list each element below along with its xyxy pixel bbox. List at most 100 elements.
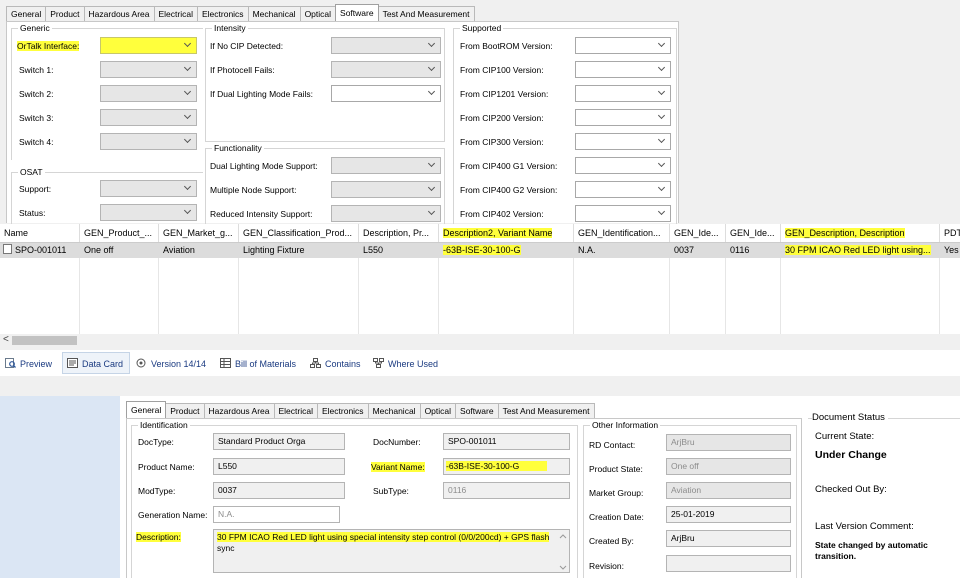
generation-name-combo[interactable]: N.A. bbox=[213, 506, 340, 523]
modtype-field[interactable]: 0037 bbox=[213, 482, 345, 499]
cell-pdt[interactable]: Yes bbox=[940, 243, 960, 258]
cell-product-state[interactable]: One off bbox=[80, 243, 159, 258]
data-card-tab[interactable]: Data Card bbox=[67, 357, 123, 371]
created-by-field[interactable]: ArjBru bbox=[666, 530, 791, 547]
osat-support-combo[interactable] bbox=[100, 180, 197, 197]
preview-tab[interactable]: Preview bbox=[5, 357, 52, 371]
rd-contact-label: RD Contact: bbox=[589, 440, 636, 450]
cip300-version-combo[interactable] bbox=[575, 133, 671, 150]
top-tab-hazardous-area[interactable]: Hazardous Area bbox=[83, 6, 155, 22]
col-header-gen-classification[interactable]: GEN_Classification_Prod... bbox=[239, 224, 359, 242]
card-tab-software[interactable]: Software bbox=[455, 403, 499, 419]
top-tab-optical[interactable]: Optical bbox=[299, 6, 337, 22]
creation-date-field[interactable]: 25-01-2019 bbox=[666, 506, 791, 523]
cell-identification[interactable]: N.A. bbox=[574, 243, 670, 258]
col-header-name[interactable]: Name bbox=[0, 224, 80, 242]
cell-classification[interactable]: Lighting Fixture bbox=[239, 243, 359, 258]
cip200-version-combo[interactable] bbox=[575, 109, 671, 126]
switch-3-combo[interactable] bbox=[100, 109, 197, 126]
grid-line bbox=[669, 258, 670, 334]
dual-lighting-fails-combo[interactable] bbox=[331, 85, 441, 102]
top-tab-general[interactable]: General bbox=[6, 6, 47, 22]
product-state-combo[interactable]: One off bbox=[666, 458, 791, 475]
variant-name-header-text: Description2, Variant Name bbox=[443, 228, 553, 238]
card-tab-test-measurement[interactable]: Test And Measurement bbox=[497, 403, 595, 419]
photocell-fails-combo[interactable] bbox=[331, 61, 441, 78]
chevron-down-icon bbox=[556, 485, 566, 495]
bill-of-materials-tab[interactable]: Bill of Materials bbox=[220, 357, 296, 371]
cip100-version-combo[interactable] bbox=[575, 61, 671, 78]
col-header-gen-description[interactable]: GEN_Description, Description bbox=[781, 224, 940, 242]
col-header-pdt[interactable]: PDT bbox=[940, 224, 960, 242]
top-tab-test-measurement[interactable]: Test And Measurement bbox=[377, 6, 475, 22]
description-textarea[interactable]: 30 FPM ICAO Red LED light using special … bbox=[213, 529, 570, 573]
generic-group-title: Generic bbox=[18, 23, 52, 33]
cip1201-version-combo[interactable] bbox=[575, 85, 671, 102]
market-group-combo[interactable]: Aviation bbox=[666, 482, 791, 499]
osat-status-combo[interactable] bbox=[100, 204, 197, 221]
switch-1-combo[interactable] bbox=[100, 61, 197, 78]
cip400-g1-version-combo[interactable] bbox=[575, 157, 671, 174]
col-header-gen-ide-2[interactable]: GEN_Ide... bbox=[726, 224, 781, 242]
rd-contact-combo[interactable]: ArjBru bbox=[666, 434, 791, 451]
grid-line bbox=[158, 258, 159, 334]
switch-4-combo[interactable] bbox=[100, 133, 197, 150]
version-tab[interactable]: Version 14/14 bbox=[136, 357, 206, 371]
top-tab-product[interactable]: Product bbox=[45, 6, 85, 22]
top-tab-mechanical[interactable]: Mechanical bbox=[247, 6, 301, 22]
cell-subtype[interactable]: 0116 bbox=[726, 243, 781, 258]
dual-lighting-support-combo[interactable] bbox=[331, 157, 441, 174]
variant-name-field[interactable]: -63B-ISE-30-100-G bbox=[443, 458, 570, 475]
top-tab-electronics[interactable]: Electronics bbox=[196, 6, 249, 22]
doctype-field[interactable]: Standard Product Orga bbox=[213, 433, 345, 450]
subtype-combo[interactable]: 0116 bbox=[443, 482, 570, 499]
checked-out-by-label: Checked Out By: bbox=[815, 484, 887, 495]
card-tab-electrical[interactable]: Electrical bbox=[273, 403, 318, 419]
cell-gen-description[interactable]: 30 FPM ICAO Red LED light using... bbox=[781, 243, 940, 258]
cip400-g2-version-combo[interactable] bbox=[575, 181, 671, 198]
card-tab-mechanical[interactable]: Mechanical bbox=[367, 403, 421, 419]
col-header-gen-ide-1[interactable]: GEN_Ide... bbox=[670, 224, 726, 242]
cell-market-group[interactable]: Aviation bbox=[159, 243, 239, 258]
grid-horizontal-scrollbar[interactable]: < bbox=[0, 334, 960, 347]
description-scrollbar[interactable] bbox=[559, 533, 567, 571]
supported-group-title: Supported bbox=[460, 23, 504, 33]
switch-2-combo[interactable] bbox=[100, 85, 197, 102]
col-header-gen-identification[interactable]: GEN_Identification... bbox=[574, 224, 670, 242]
top-tab-electrical[interactable]: Electrical bbox=[153, 6, 198, 22]
col-header-variant-name[interactable]: Description2, Variant Name bbox=[439, 224, 574, 242]
revision-field[interactable] bbox=[666, 555, 791, 572]
card-tab-electronics[interactable]: Electronics bbox=[316, 403, 369, 419]
chevron-down-icon bbox=[326, 509, 336, 519]
cip300-version-label: From CIP300 Version: bbox=[460, 137, 544, 147]
col-header-gen-market[interactable]: GEN_Market_g... bbox=[159, 224, 239, 242]
scroll-left-arrow[interactable]: < bbox=[3, 334, 9, 345]
revision-label: Revision: bbox=[589, 561, 624, 571]
product-name-field[interactable]: L550 bbox=[213, 458, 345, 475]
scroll-thumb[interactable] bbox=[12, 336, 77, 345]
reduced-intensity-support-combo[interactable] bbox=[331, 205, 441, 222]
cell-description[interactable]: L550 bbox=[359, 243, 439, 258]
other-information-group-title: Other Information bbox=[590, 420, 661, 430]
multiple-node-support-combo[interactable] bbox=[331, 181, 441, 198]
where-used-tab[interactable]: Where Used bbox=[373, 357, 438, 371]
cell-modtype[interactable]: 0037 bbox=[670, 243, 726, 258]
cell-variant-name[interactable]: -63B-ISE-30-100-G bbox=[439, 243, 574, 258]
cip402-version-combo[interactable] bbox=[575, 205, 671, 222]
current-state-label: Current State: bbox=[815, 431, 875, 442]
card-tab-product[interactable]: Product bbox=[165, 403, 205, 419]
cell-name[interactable]: SPO-001011 bbox=[0, 243, 80, 258]
top-tab-software[interactable]: Software bbox=[335, 4, 379, 22]
no-cip-combo[interactable] bbox=[331, 37, 441, 54]
card-tab-hazardous-area[interactable]: Hazardous Area bbox=[203, 403, 275, 419]
chevron-down-icon bbox=[657, 136, 667, 146]
col-header-gen-product[interactable]: GEN_Product_... bbox=[80, 224, 159, 242]
contains-tab[interactable]: Contains bbox=[310, 357, 361, 371]
creation-date-label: Creation Date: bbox=[589, 512, 644, 522]
card-tab-optical[interactable]: Optical bbox=[419, 403, 457, 419]
ortalk-interface-combo[interactable] bbox=[100, 37, 197, 54]
card-tab-general[interactable]: General bbox=[126, 401, 167, 419]
bootrom-version-combo[interactable] bbox=[575, 37, 671, 54]
docnumber-field[interactable]: SPO-001011 bbox=[443, 433, 570, 450]
col-header-description[interactable]: Description, Pr... bbox=[359, 224, 439, 242]
